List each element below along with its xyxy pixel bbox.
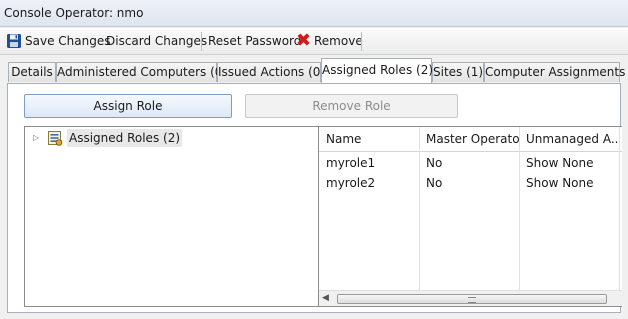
reset-password-button[interactable]: Reset Password — [208, 32, 301, 51]
cell-name: myrole2 — [326, 176, 376, 190]
tree-node-label: Assigned Roles (2) — [67, 129, 183, 147]
save-icon[interactable] — [6, 33, 22, 49]
scrollbar-thumb[interactable] — [337, 294, 607, 304]
remove-button[interactable]: Remove — [314, 32, 363, 51]
column-divider — [419, 127, 420, 290]
column-divider — [619, 127, 620, 290]
cell-unmanaged: Show None — [526, 176, 594, 190]
window-title: Console Operator: nmo — [4, 6, 144, 20]
assigned-roles-panel: Assign Role Remove Role ▷ Assigned Roles… — [7, 83, 622, 313]
cell-master-operator: No — [426, 176, 443, 190]
window-title-bar: Console Operator: nmo — [0, 0, 628, 27]
save-changes-button[interactable]: Save Changes — [25, 32, 110, 51]
column-header-unmanaged[interactable]: Unmanaged A... — [519, 127, 619, 151]
discard-changes-button[interactable]: Discard Changes — [106, 32, 207, 51]
scroll-left-arrow-icon[interactable]: ◀ — [322, 293, 329, 303]
cell-partial: N — [619, 153, 622, 173]
cell-name: myrole1 — [326, 156, 376, 170]
toolbar: Save Changes Discard Changes Reset Passw… — [0, 28, 628, 55]
column-divider — [519, 127, 520, 290]
table-row[interactable]: myrole1 No Show None N — [319, 153, 622, 173]
column-header-master-operator[interactable]: Master Operator — [419, 127, 519, 151]
tab-administered-computers[interactable]: Administered Computers (0) — [56, 62, 227, 82]
remove-role-button[interactable]: Remove Role — [245, 94, 458, 118]
cell-unmanaged: Show None — [526, 156, 594, 170]
tab-assigned-roles[interactable]: Assigned Roles (2) — [321, 58, 433, 83]
column-header-name[interactable]: Name — [319, 127, 419, 151]
toolbar-separator — [361, 32, 362, 51]
grip-icon — [468, 297, 476, 303]
roles-list-icon — [48, 131, 63, 146]
horizontal-scrollbar[interactable]: ◀ — [319, 290, 622, 306]
expand-arrow-icon[interactable]: ▷ — [33, 129, 39, 147]
tab-computer-assignments[interactable]: Computer Assignments — [484, 62, 625, 82]
remove-icon[interactable]: ✖ — [296, 30, 311, 52]
roles-grid: Name Master Operator Unmanaged A... C my… — [319, 126, 622, 307]
table-row[interactable]: myrole2 No Show None N — [319, 173, 622, 193]
toolbar-separator — [201, 32, 202, 51]
grid-header: Name Master Operator Unmanaged A... C — [319, 127, 622, 152]
tab-details[interactable]: Details — [8, 62, 56, 82]
cell-master-operator: No — [426, 156, 443, 170]
cell-partial: N — [619, 173, 622, 193]
roles-tree: ▷ Assigned Roles (2) — [24, 126, 319, 307]
tab-issued-actions[interactable]: Issued Actions (0) — [217, 62, 325, 82]
tab-sites[interactable]: Sites (1) — [432, 62, 484, 82]
tab-strip: Details Administered Computers (0) Issue… — [0, 58, 628, 84]
assign-role-button[interactable]: Assign Role — [24, 94, 232, 118]
